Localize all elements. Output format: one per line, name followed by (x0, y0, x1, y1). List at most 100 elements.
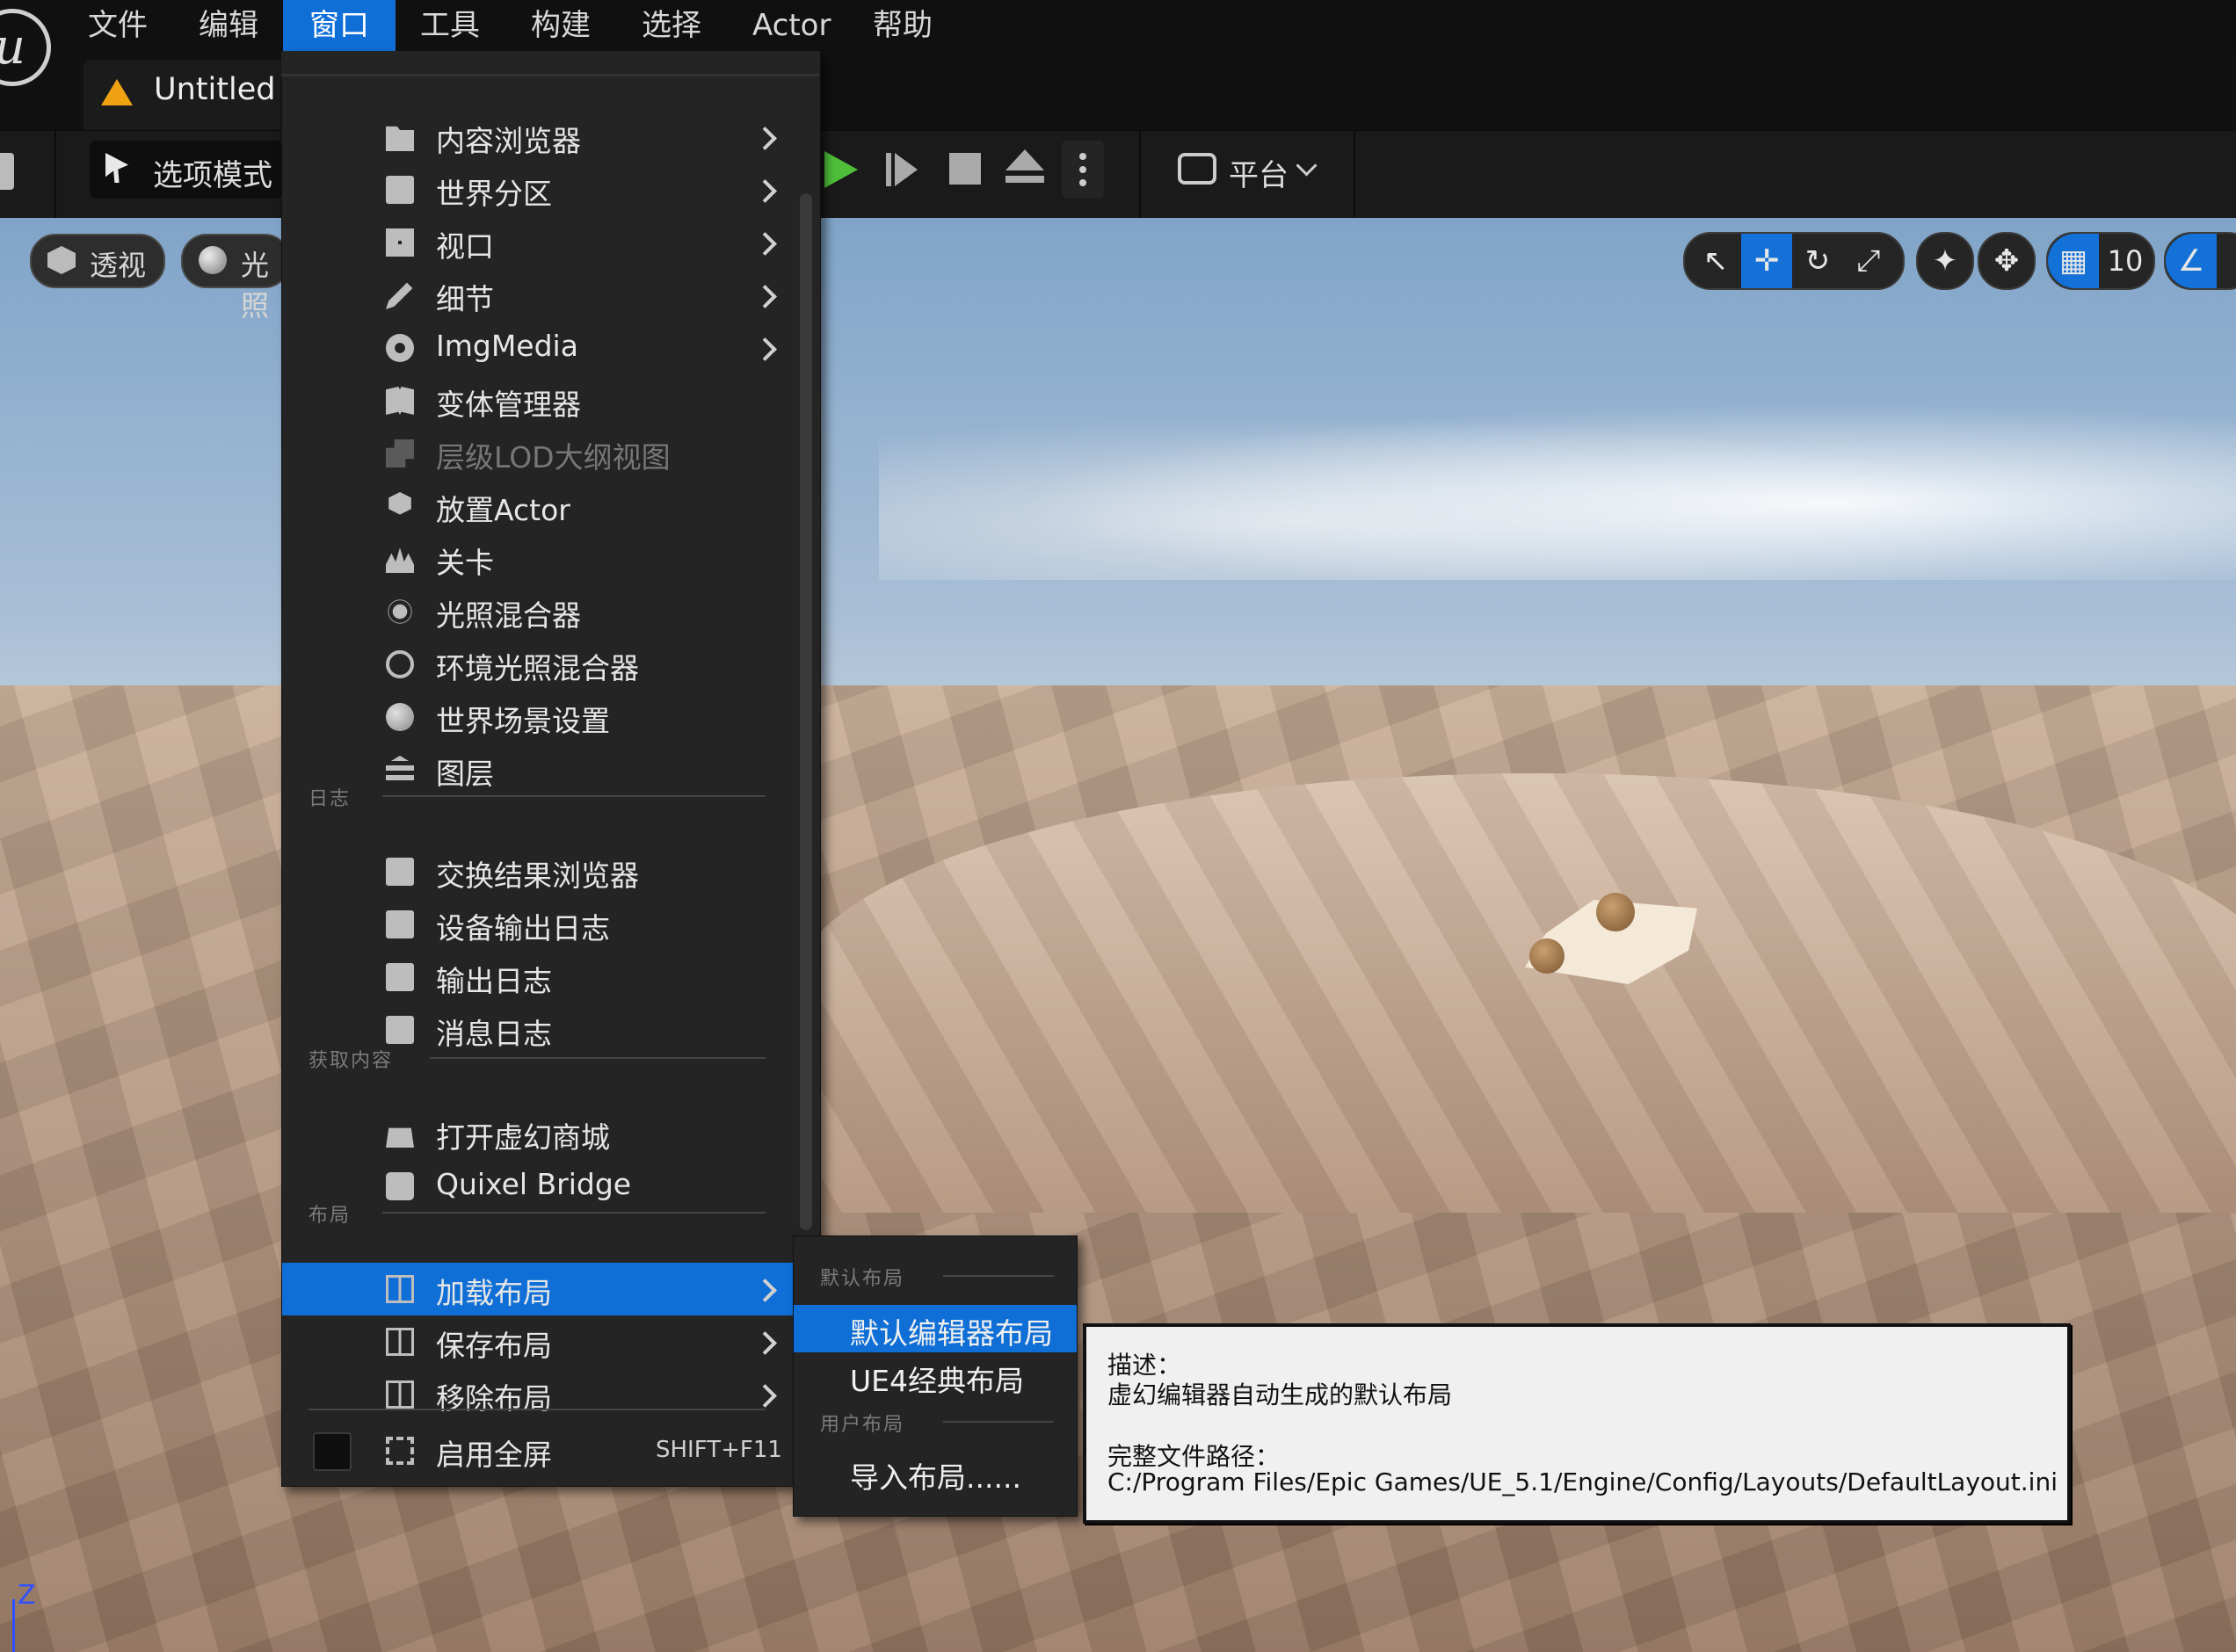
rotate-icon[interactable]: ↻ (1792, 234, 1843, 288)
menu-edit[interactable]: 编辑 (172, 0, 285, 51)
menu-item-label: 变体管理器 (436, 388, 581, 422)
menu-help[interactable]: 帮助 (846, 0, 959, 51)
menu-item-content-browser[interactable]: 内容浏览器 (282, 111, 792, 163)
tooltip-path-text: C:/Program Files/Epic Games/UE_5.1/Engin… (1107, 1467, 2058, 1496)
device-output-log-icon (386, 910, 414, 938)
menu-build[interactable]: 构建 (505, 0, 617, 51)
menu-window[interactable]: 窗口 (283, 0, 396, 51)
menu-item-details[interactable]: 细节 (282, 269, 792, 322)
play-options-button[interactable] (1062, 141, 1104, 199)
menu-item-remove-layout[interactable]: 移除布局 (282, 1368, 792, 1421)
transform-tools: ↖ ✛ ↻ ⤢ (1683, 232, 1905, 290)
menu-item-label: 导入布局...... (850, 1460, 1021, 1495)
place-actor-icon (388, 492, 411, 515)
menu-item-light-mixer[interactable]: 光照混合器 (282, 585, 792, 638)
menu-item-env-light-mixer[interactable]: 环境光照混合器 (282, 638, 792, 691)
sky-clouds (879, 387, 2236, 580)
menu-item-label: 消息日志 (436, 1017, 552, 1051)
menu-item-world-partition[interactable]: 世界分区 (282, 163, 792, 216)
sand-dune (791, 773, 2236, 1213)
fullscreen-checkbox[interactable] (313, 1432, 352, 1471)
world-axes-icon: ✦ (1932, 243, 1958, 279)
select-mode-icon (105, 153, 128, 183)
document-tab[interactable]: Untitled (83, 60, 286, 130)
coordinate-space-button[interactable]: ✦ (1916, 232, 1974, 290)
menu-item-label: 细节 (436, 282, 494, 316)
menu-item-default-editor-layout[interactable]: 默认编辑器布局 (794, 1305, 1077, 1352)
chevron-right-icon (753, 285, 777, 308)
menu-item-load-layout[interactable]: 加载布局 (282, 1263, 794, 1315)
toolbar-divider (1354, 130, 1355, 218)
scene-sphere[interactable] (1596, 893, 1635, 931)
menu-item-viewport[interactable]: 视口 (282, 216, 792, 269)
surface-snap-button[interactable]: ✥ (1978, 232, 2036, 290)
menu-item-world-settings[interactable]: 世界场景设置 (282, 691, 792, 743)
menu-item-place-actor[interactable]: 放置Actor (282, 480, 792, 533)
section-header-layout: 布局 (309, 1205, 352, 1227)
rotation-snap-group: ∠ (2164, 232, 2236, 290)
grid-snap-icon[interactable]: ▦ (2048, 234, 2099, 288)
advance-frame-button[interactable] (879, 141, 928, 199)
menu-item-device-output-log[interactable]: 设备输出日志 (282, 898, 792, 951)
chevron-right-icon (753, 232, 777, 256)
toolbar-divider (1139, 130, 1141, 218)
stop-button[interactable] (942, 141, 991, 199)
menu-item-label: 启用全屏 (436, 1438, 552, 1472)
menu-item-variant-manager[interactable]: 变体管理器 (282, 374, 792, 427)
play-button[interactable] (816, 141, 865, 199)
window-menu-dropdown: 内容浏览器 世界分区 视口 细节 ImgMedia 变体管理器 层级LOD大纲视… (281, 51, 821, 1487)
menu-item-levels[interactable]: 关卡 (282, 533, 792, 585)
level-icon (101, 79, 133, 105)
menu-scrollbar[interactable] (800, 193, 812, 1230)
menu-item-layers[interactable]: 图层 (282, 743, 792, 796)
save-icon[interactable] (0, 153, 14, 190)
play-icon (824, 151, 858, 188)
menu-tools[interactable]: 工具 (394, 0, 506, 51)
variant-manager-icon (386, 387, 414, 415)
chevron-right-icon (753, 127, 777, 150)
step-icon (895, 153, 918, 186)
details-icon (386, 282, 413, 309)
menu-item-marketplace[interactable]: 打开虚幻商城 (282, 1107, 792, 1160)
scale-icon[interactable]: ⤢ (1843, 234, 1894, 288)
select-arrow-icon[interactable]: ↖ (1690, 234, 1741, 288)
menu-item-fullscreen[interactable]: 启用全屏 SHIFT+F11 (282, 1424, 792, 1477)
section-header-user-layouts: 用户布局 (820, 1414, 905, 1436)
menu-item-ue4-classic-layout[interactable]: UE4经典布局 (794, 1352, 1077, 1400)
menu-item-save-layout[interactable]: 保存布局 (282, 1315, 792, 1368)
menu-actor[interactable]: Actor (726, 0, 857, 51)
fullscreen-icon (386, 1437, 414, 1465)
menu-item-quixel-bridge[interactable]: Quixel Bridge (282, 1160, 792, 1213)
section-header-get-content: 获取内容 (309, 1050, 394, 1072)
section-divider (943, 1421, 1054, 1423)
menu-select[interactable]: 选择 (615, 0, 728, 51)
platforms-button[interactable]: 平台 (1174, 141, 1324, 199)
menu-item-label: 加载布局 (436, 1276, 552, 1310)
menu-file[interactable]: 文件 (62, 0, 174, 51)
section-header-default-layouts: 默认布局 (820, 1268, 905, 1290)
axis-z-label: Z (18, 1580, 36, 1611)
move-icon[interactable]: ✛ (1741, 234, 1792, 288)
section-divider (943, 1275, 1054, 1277)
platforms-label: 平台 (1229, 158, 1289, 193)
menu-item-label: 保存布局 (436, 1329, 552, 1363)
menu-item-import-layout[interactable]: 导入布局...... (794, 1449, 1077, 1496)
output-log-icon (386, 963, 414, 991)
view-mode-button[interactable]: 光照 (181, 234, 290, 322)
scene-sphere[interactable] (1529, 938, 1564, 974)
section-divider (382, 1212, 766, 1214)
select-mode-button[interactable]: 选项模式 (90, 141, 283, 199)
menu-item-output-log[interactable]: 输出日志 (282, 951, 792, 1004)
menu-item-interchange-results[interactable]: 交换结果浏览器 (282, 845, 792, 898)
menu-item-imgmedia[interactable]: ImgMedia (282, 322, 792, 374)
section-divider (309, 1409, 766, 1410)
marketplace-icon (386, 1127, 414, 1148)
angle-snap-icon[interactable]: ∠ (2166, 234, 2217, 288)
perspective-button[interactable]: 透视 (30, 234, 165, 288)
stop-icon (949, 153, 981, 185)
grid-snap-value[interactable]: 10 (2099, 234, 2152, 288)
eject-button[interactable] (1002, 141, 1051, 199)
menu-item-label: 世界分区 (436, 177, 552, 211)
menu-scroll-edge (281, 51, 819, 76)
more-dots-icon (1079, 153, 1086, 160)
